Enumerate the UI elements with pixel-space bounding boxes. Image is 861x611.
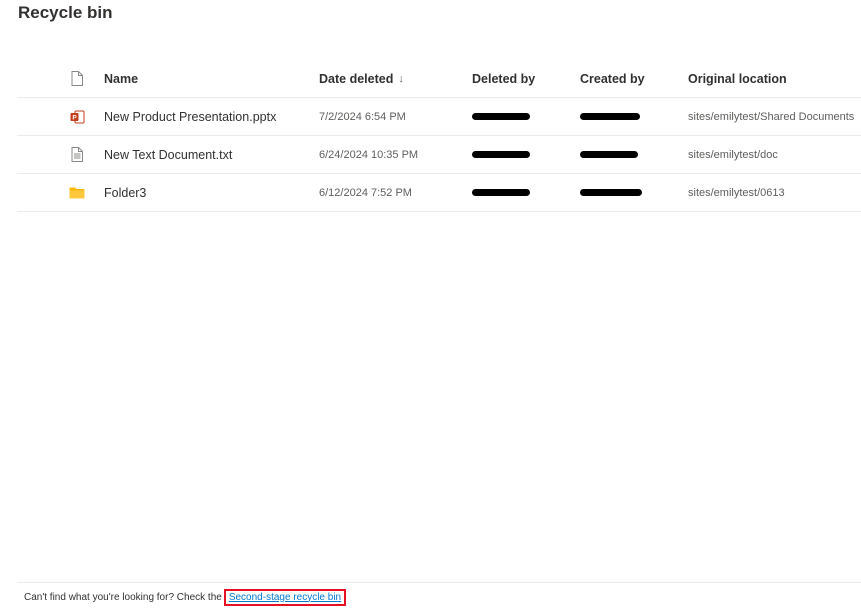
recycle-bin-footer: Can't find what you're looking for? Chec… <box>17 582 861 611</box>
column-header-deleted-by[interactable]: Deleted by <box>472 60 535 97</box>
file-type-column-header[interactable] <box>67 60 87 97</box>
recycle-bin-table: Name Date deleted ↓ Deleted by Created b… <box>17 60 861 212</box>
redaction-bar <box>472 113 530 120</box>
redaction-bar <box>580 113 640 120</box>
column-header-date-deleted-label: Date deleted <box>319 71 394 86</box>
powerpoint-file-icon: P <box>70 110 84 123</box>
text-file-icon <box>71 147 83 162</box>
file-name[interactable]: New Text Document.txt <box>104 136 232 173</box>
table-row[interactable]: Folder3 6/12/2024 7:52 PM sites/emilytes… <box>17 174 861 212</box>
column-header-created-by[interactable]: Created by <box>580 60 645 97</box>
folder-name[interactable]: Folder3 <box>104 174 146 211</box>
sort-descending-icon: ↓ <box>398 72 404 85</box>
second-stage-recycle-bin-link[interactable]: Second-stage recycle bin <box>223 588 347 606</box>
table-row[interactable]: New Text Document.txt 6/24/2024 10:35 PM… <box>17 136 861 174</box>
date-deleted: 6/24/2024 10:35 PM <box>319 148 419 161</box>
table-header-row: Name Date deleted ↓ Deleted by Created b… <box>17 60 861 98</box>
column-header-original-location[interactable]: Original location <box>688 60 787 97</box>
folder-icon <box>69 187 85 198</box>
original-location: sites/emilytest/0613 <box>688 186 785 199</box>
deleted-by-redacted <box>472 98 530 135</box>
deleted-by-redacted <box>472 174 530 211</box>
footer-text: Can't find what you're looking for? Chec… <box>24 591 222 603</box>
page-title: Recycle bin <box>18 3 113 22</box>
column-header-name[interactable]: Name <box>104 60 138 97</box>
redaction-bar <box>472 151 530 158</box>
created-by-redacted <box>580 98 640 135</box>
file-name[interactable]: New Product Presentation.pptx <box>104 98 276 135</box>
created-by-redacted <box>580 136 638 173</box>
redaction-bar <box>472 189 530 196</box>
created-by-redacted <box>580 174 642 211</box>
original-location: sites/emilytest/Shared Documents <box>688 110 855 123</box>
original-location: sites/emilytest/doc <box>688 148 778 161</box>
file-type-icon <box>71 71 83 86</box>
redaction-bar <box>580 151 638 158</box>
table-row[interactable]: P New Product Presentation.pptx 7/2/2024… <box>17 98 861 136</box>
deleted-by-redacted <box>472 136 530 173</box>
redaction-bar <box>580 189 642 196</box>
svg-text:P: P <box>72 114 77 121</box>
column-header-date-deleted[interactable]: Date deleted ↓ <box>319 60 404 97</box>
date-deleted: 7/2/2024 6:54 PM <box>319 110 406 123</box>
date-deleted: 6/12/2024 7:52 PM <box>319 186 412 199</box>
